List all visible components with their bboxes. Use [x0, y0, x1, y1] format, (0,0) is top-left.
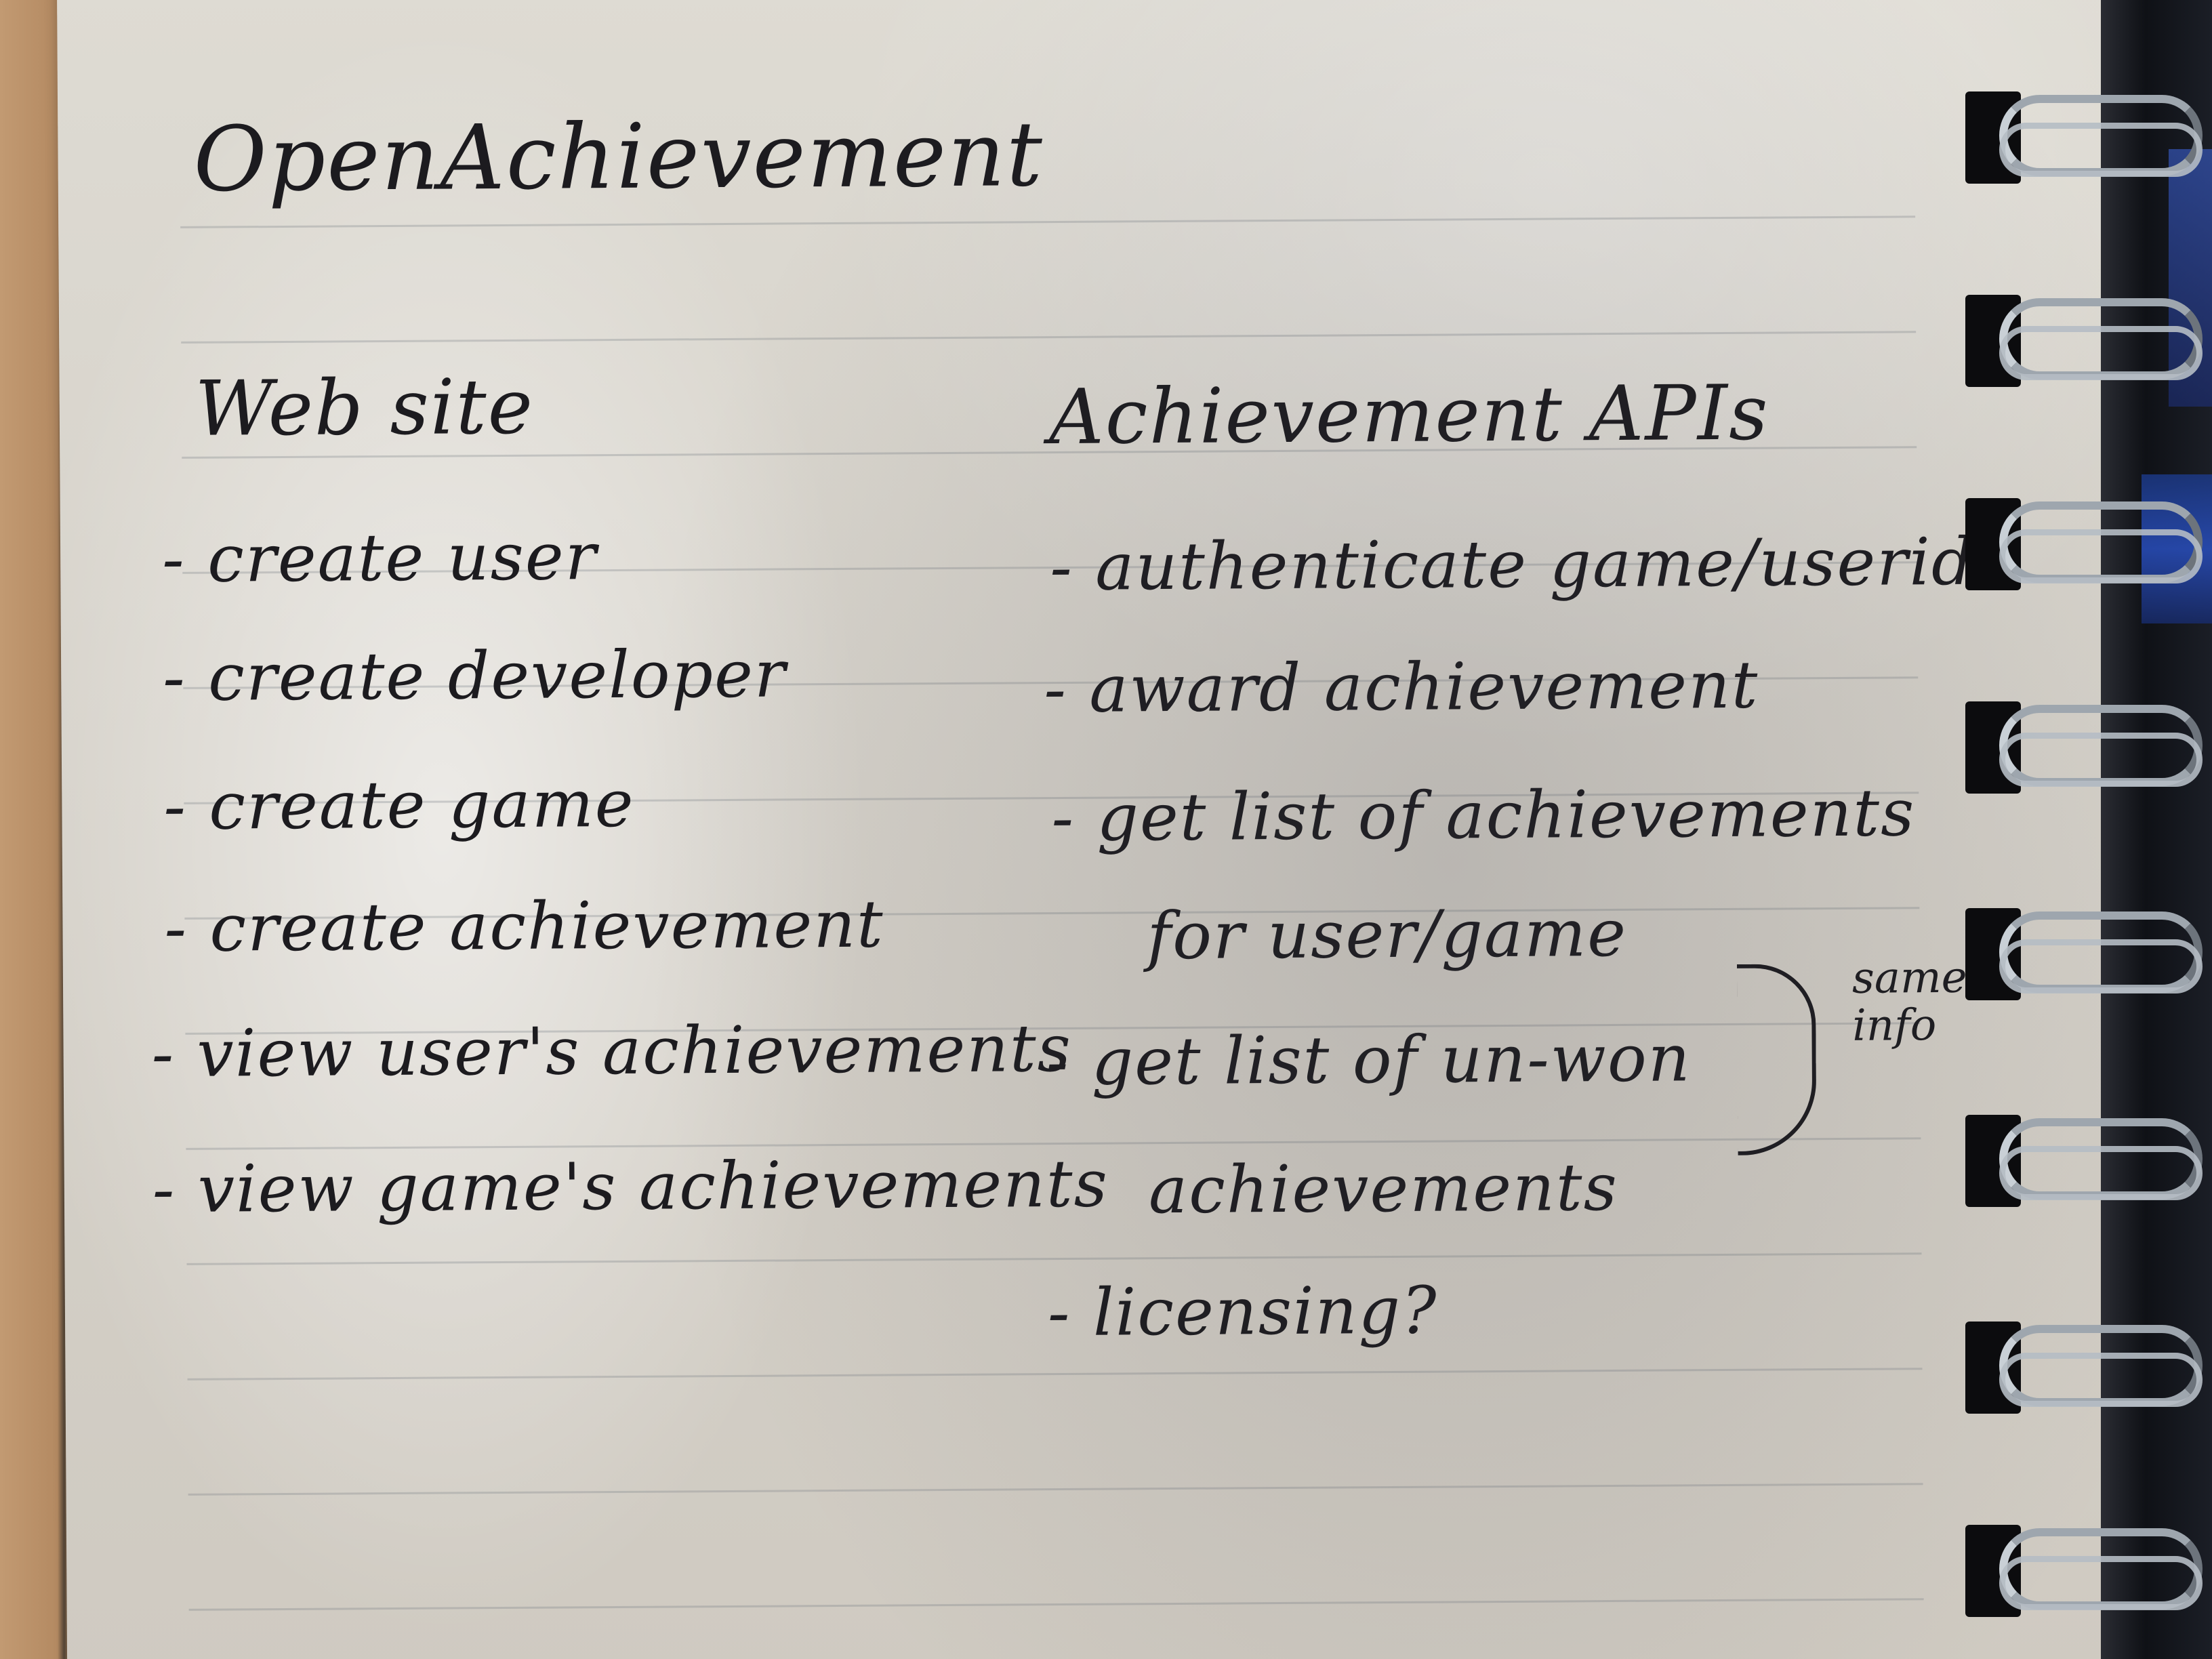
- api-item: - get list of un-won: [1046, 1020, 1692, 1101]
- spiral-coil: [1999, 939, 2203, 994]
- ruled-line: [181, 331, 1917, 344]
- ruled-line: [180, 216, 1916, 228]
- web-site-heading: Web site: [194, 363, 535, 453]
- web-site-item: - create game: [163, 765, 635, 845]
- spiral-coil: [1999, 529, 2203, 583]
- api-item: - licensing?: [1047, 1272, 1438, 1351]
- web-site-item: - create developer: [162, 636, 787, 716]
- spiral-coil: [1999, 1353, 2203, 1407]
- notebook-photo: OpenAchievement Web site - create user -…: [0, 0, 2212, 1659]
- notebook-page: OpenAchievement Web site - create user -…: [57, 0, 2128, 1659]
- spiral-coil: [1999, 123, 2203, 177]
- api-item-continuation: achievements: [1148, 1149, 1619, 1229]
- ruled-line: [188, 1483, 1923, 1496]
- ruled-line: [187, 1368, 1923, 1380]
- web-site-item: - view game's achievements: [152, 1145, 1109, 1228]
- web-site-item: - create achievement: [164, 886, 885, 967]
- api-item: - authenticate game/userid: [1049, 523, 1975, 606]
- page-title: OpenAchievement: [193, 102, 1044, 212]
- spiral-coil: [1999, 326, 2203, 380]
- api-item-continuation: for user/game: [1147, 895, 1628, 975]
- spiral-coil: [1999, 1556, 2203, 1610]
- web-site-item: - create user: [161, 518, 598, 598]
- web-site-item: - view user's achievements: [151, 1010, 1073, 1092]
- api-item: - award achievement: [1044, 647, 1759, 728]
- ruled-line: [188, 1598, 1924, 1611]
- spiral-coil: [1999, 733, 2203, 787]
- achievement-apis-heading: Achievement APIs: [1048, 369, 1769, 462]
- ruled-line: [186, 1252, 1922, 1265]
- spiral-coil: [1999, 1146, 2203, 1200]
- api-item: - get list of achievements: [1051, 775, 1916, 857]
